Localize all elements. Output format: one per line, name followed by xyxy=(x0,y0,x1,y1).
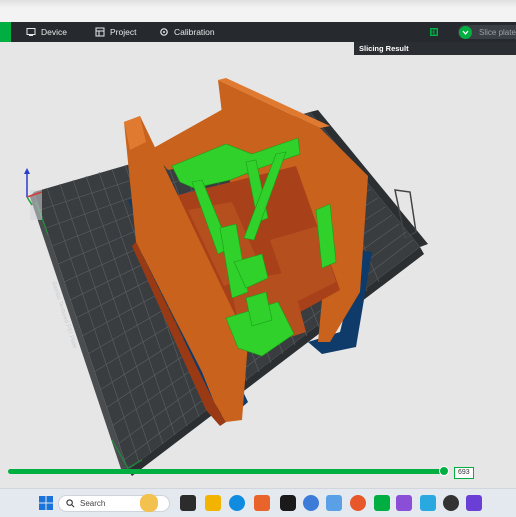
tab-project[interactable]: Project xyxy=(95,22,136,42)
chevron-down-icon[interactable] xyxy=(459,25,472,39)
app-icon[interactable] xyxy=(396,495,412,511)
windows-start-icon[interactable] xyxy=(38,495,54,511)
layer-slider-track[interactable] xyxy=(8,469,448,474)
3d-viewport[interactable]: Bambu Textured PEI Plate Slicing Result xyxy=(0,42,516,488)
layer-slider-thumb[interactable] xyxy=(438,466,449,476)
project-icon xyxy=(95,27,105,37)
app-icon[interactable] xyxy=(254,495,270,511)
layer-slider[interactable]: 693 xyxy=(6,466,474,479)
file-explorer-icon[interactable] xyxy=(205,495,221,511)
preview-icon[interactable] xyxy=(429,27,439,37)
search-icon xyxy=(66,499,75,508)
top-toolbar: Device Project Calibration Slice plate xyxy=(0,22,516,42)
media-icon[interactable] xyxy=(443,495,459,511)
calibration-icon xyxy=(160,28,168,36)
windows-taskbar: Search xyxy=(0,488,516,517)
app-icon[interactable] xyxy=(466,495,482,511)
app-icon[interactable] xyxy=(420,495,436,511)
slicing-result-panel[interactable]: Slicing Result xyxy=(354,42,516,55)
tab-calibration[interactable]: Calibration xyxy=(159,22,215,42)
firefox-icon[interactable] xyxy=(350,495,366,511)
layer-value: 693 xyxy=(454,467,474,479)
app-icon[interactable] xyxy=(280,495,296,511)
prepare-tab-edge[interactable] xyxy=(0,22,11,42)
app-icon[interactable] xyxy=(303,495,319,511)
edge-icon[interactable] xyxy=(229,495,245,511)
widget-icon[interactable] xyxy=(140,494,158,512)
print-preview-scene[interactable]: Bambu Textured PEI Plate xyxy=(0,42,516,488)
device-icon xyxy=(26,28,36,36)
bambu-studio-icon[interactable] xyxy=(374,495,390,511)
app-icon[interactable] xyxy=(180,495,196,511)
tab-device[interactable]: Device xyxy=(26,22,67,42)
window-top-strip xyxy=(0,0,516,23)
tab-calibration-label: Calibration xyxy=(174,27,215,37)
slice-plate-label: Slice plate xyxy=(479,27,516,37)
app-icon[interactable] xyxy=(326,495,342,511)
tab-device-label: Device xyxy=(41,27,67,37)
search-placeholder: Search xyxy=(80,499,106,508)
slice-plate-button[interactable]: Slice plate xyxy=(458,25,516,39)
tab-project-label: Project xyxy=(110,27,137,37)
